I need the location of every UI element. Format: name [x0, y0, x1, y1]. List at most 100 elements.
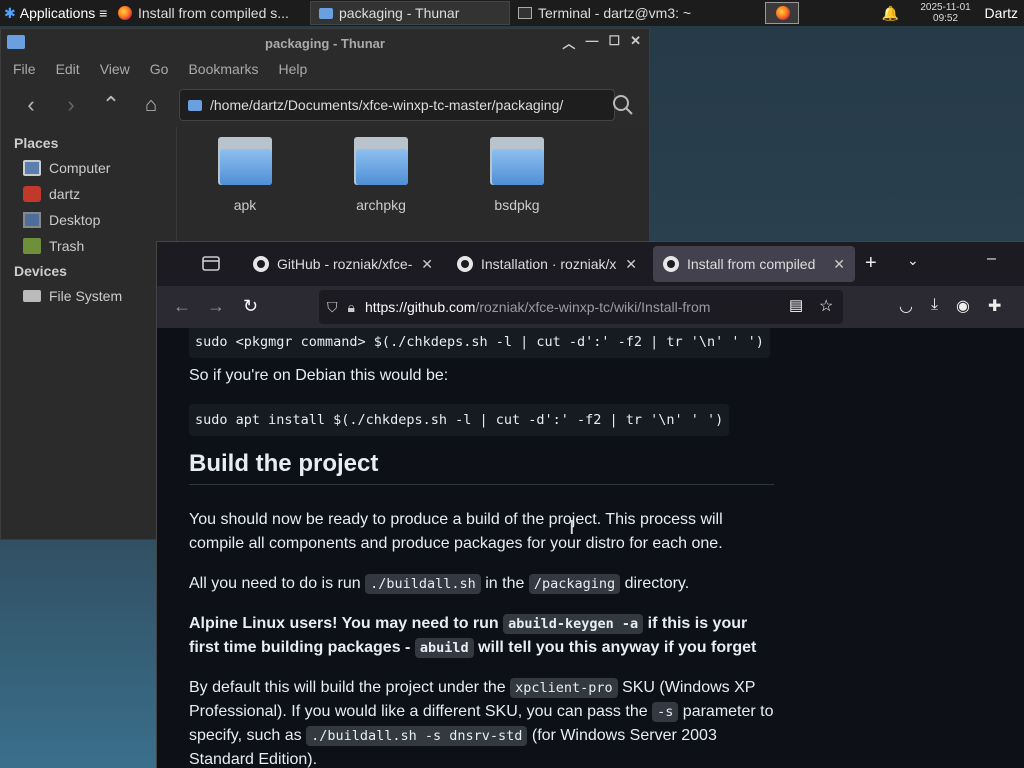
- clock-date: 2025-11-01: [920, 2, 971, 13]
- forward-arrow-icon[interactable]: →: [207, 296, 225, 317]
- sidebar-item-trash[interactable]: Trash: [1, 233, 176, 259]
- github-icon: [253, 256, 269, 272]
- paragraph: All you need to do is run ./buildall.sh …: [189, 572, 774, 596]
- inline-code: abuild: [414, 638, 474, 658]
- applications-menu-button[interactable]: ✱ Applications ≡: [0, 5, 110, 22]
- menu-view[interactable]: View: [92, 61, 138, 77]
- chevron-up-icon: ⌃: [101, 92, 121, 117]
- paragraph: By default this will build the project u…: [189, 676, 774, 768]
- tab-install-from-compiled[interactable]: Install from compiled ✕: [653, 246, 855, 282]
- sidebar-item-computer[interactable]: Computer: [1, 155, 176, 181]
- downloads-icon[interactable]: ⤓: [931, 296, 938, 316]
- folder-item[interactable]: archpkg: [331, 137, 431, 213]
- taskbar-item-label: packaging - Thunar: [339, 5, 460, 21]
- text: All you need to do is run: [189, 575, 361, 592]
- window-title: packaging - Thunar: [265, 35, 385, 51]
- back-button[interactable]: ‹: [13, 87, 49, 123]
- close-tab-icon[interactable]: ✕: [625, 256, 637, 273]
- workspace-switcher[interactable]: [765, 2, 799, 24]
- terminal-icon: [518, 7, 532, 19]
- folder-icon: [319, 7, 333, 19]
- taskbar-item-terminal[interactable]: Terminal - dartz@vm3: ~: [510, 1, 710, 25]
- system-tray: 🔔 2025-11-01 09:52 Dartz: [871, 0, 1024, 26]
- inline-code: xpclient-pro: [510, 678, 618, 698]
- extensions-icon[interactable]: ✚: [988, 296, 1001, 316]
- devices-heading: Devices: [14, 263, 67, 279]
- tab-label: Installation · rozniak/x: [481, 256, 617, 272]
- folder-icon: [218, 137, 272, 185]
- folder-icon: [188, 99, 202, 111]
- new-tab-button[interactable]: +: [865, 252, 877, 275]
- toolbar-buttons: ◡ ⤓ ◉ ✚: [899, 296, 1001, 316]
- sidebar-item-label: Desktop: [49, 212, 101, 228]
- folder-item[interactable]: apk: [195, 137, 295, 213]
- folder-icon: [354, 137, 408, 185]
- firefox-window: GitHub - rozniak/xfce- ✕ Installation · …: [156, 241, 1024, 768]
- home-button[interactable]: ⌂: [133, 87, 169, 123]
- thunar-titlebar[interactable]: packaging - Thunar ︿ — ☐ ✕: [1, 29, 649, 57]
- text: Alpine Linux users! You may need to run: [189, 615, 499, 632]
- lock-icon[interactable]: 🔒︎: [348, 299, 355, 316]
- close-tab-icon[interactable]: ✕: [421, 256, 433, 273]
- list-all-tabs-button[interactable]: ⌄: [907, 252, 919, 269]
- menu-go[interactable]: Go: [142, 61, 177, 77]
- parent-folder-button[interactable]: ⌃: [93, 87, 129, 123]
- sidebar-item-file-system[interactable]: File System: [1, 283, 176, 309]
- account-icon[interactable]: ◉: [956, 296, 970, 316]
- page-content: sudo <pkgmgr command> $(./chkdeps.sh -l …: [157, 328, 1024, 768]
- close-tab-icon[interactable]: ✕: [833, 256, 845, 273]
- inline-code: -s: [652, 702, 679, 722]
- forward-button[interactable]: ›: [53, 87, 89, 123]
- tab-label: Install from compiled: [687, 256, 816, 272]
- reload-icon[interactable]: ↻: [243, 296, 258, 317]
- folder-label: bsdpkg: [494, 197, 540, 213]
- close-button[interactable]: ✕: [630, 33, 641, 52]
- reader-view-icon[interactable]: ▤: [789, 296, 803, 314]
- clock[interactable]: 2025-11-01 09:52: [911, 2, 981, 24]
- firefox-view-button[interactable]: [201, 254, 223, 272]
- url-domain: https://github.com: [364, 299, 476, 315]
- side-pane: Places Computer dartz Desktop Trash Devi…: [1, 127, 177, 539]
- tracking-protection-icon[interactable]: ⛉: [327, 299, 338, 316]
- sidebar-item-home[interactable]: dartz: [1, 181, 176, 207]
- chevron-left-icon: ‹: [27, 92, 35, 117]
- code-block: sudo apt install $(./chkdeps.sh -l | cut…: [189, 404, 730, 436]
- search-button[interactable]: [607, 89, 639, 121]
- notification-bell-icon[interactable]: 🔔: [871, 5, 911, 22]
- folder-item[interactable]: bsdpkg: [467, 137, 567, 213]
- url-text: https://github.com/rozniak/xfce-winxp-tc…: [365, 299, 710, 315]
- taskbar-item-thunar[interactable]: packaging - Thunar: [310, 1, 510, 25]
- location-bar[interactable]: /home/dartz/Documents/xfce-winxp-tc-mast…: [179, 89, 615, 121]
- github-icon: [457, 256, 473, 272]
- pocket-icon[interactable]: ◡: [899, 296, 913, 316]
- url-bar[interactable]: ⛉ 🔒︎ https://github.com/rozniak/xfce-win…: [319, 290, 843, 324]
- folder-icon: [7, 35, 25, 49]
- back-arrow-icon[interactable]: ←: [173, 296, 191, 317]
- places-heading: Places: [14, 135, 59, 151]
- clock-time: 09:52: [933, 13, 959, 24]
- firefox-view-icon: [202, 256, 220, 271]
- sidebar-item-desktop[interactable]: Desktop: [1, 207, 176, 233]
- text: directory.: [624, 575, 690, 592]
- taskbar-item-firefox[interactable]: Install from compiled s...: [110, 1, 310, 25]
- tab-github[interactable]: GitHub - rozniak/xfce- ✕: [243, 246, 443, 282]
- menu-edit[interactable]: Edit: [48, 61, 88, 77]
- menu-bookmarks[interactable]: Bookmarks: [180, 61, 266, 77]
- bookmark-star-icon[interactable]: ☆: [819, 296, 833, 316]
- trash-icon: [23, 238, 41, 254]
- menu-file[interactable]: File: [5, 61, 44, 77]
- folder-label: apk: [233, 197, 257, 213]
- tab-installation[interactable]: Installation · rozniak/x ✕: [447, 246, 647, 282]
- user-menu[interactable]: Dartz: [981, 5, 1024, 21]
- minimize-button[interactable]: –: [987, 250, 996, 268]
- shade-icon[interactable]: ︿: [562, 33, 575, 52]
- folder-label: archpkg: [356, 197, 406, 213]
- maximize-button[interactable]: ☐: [608, 33, 620, 52]
- paragraph: You should now be ready to produce a bui…: [189, 511, 723, 552]
- thunar-toolbar: ‹ › ⌃ ⌂ /home/dartz/Documents/xfce-winxp…: [1, 81, 649, 129]
- minimize-button[interactable]: —: [585, 33, 598, 52]
- menu-help[interactable]: Help: [271, 61, 316, 77]
- drive-icon: [23, 290, 41, 302]
- sidebar-item-label: dartz: [49, 186, 81, 202]
- taskbar-item-label: Terminal - dartz@vm3: ~: [538, 5, 692, 21]
